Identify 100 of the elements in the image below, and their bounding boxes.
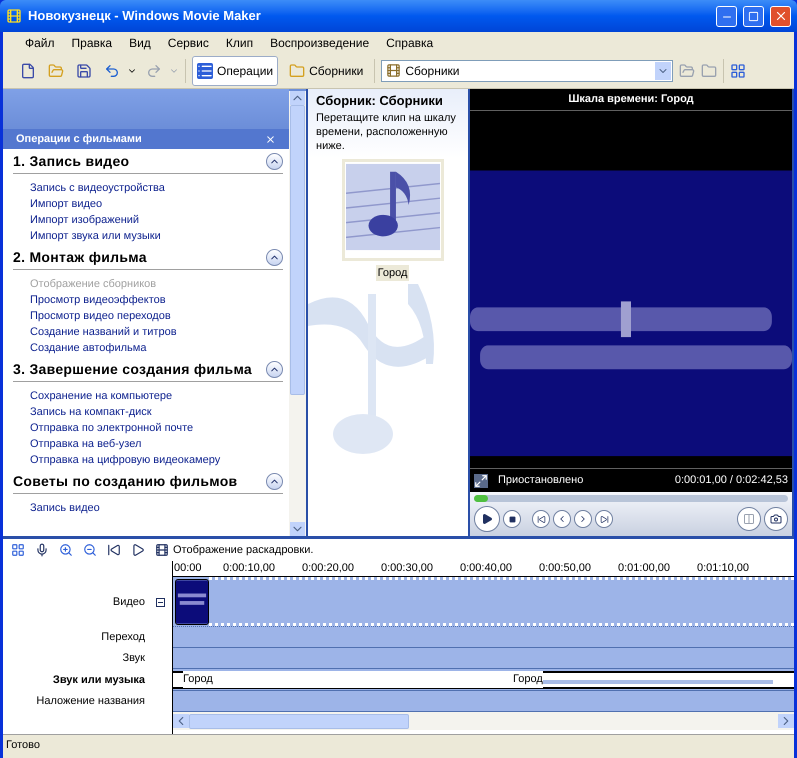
collapse-icon[interactable]: [156, 598, 165, 606]
camera-icon: [770, 513, 782, 525]
dropdown-button[interactable]: [655, 62, 672, 80]
storyboard-toggle[interactable]: Отображение раскадровки.: [155, 542, 314, 558]
next-button[interactable]: [595, 510, 613, 528]
ruler-tick-label: 0:00:10,00: [223, 561, 276, 576]
menu-item[interactable]: Файл: [17, 34, 63, 52]
task-link[interactable]: Запись с видеоустройства: [30, 180, 283, 196]
task-link[interactable]: Запись на компакт-диск: [30, 404, 283, 420]
section-title: 1. Запись видео: [13, 152, 130, 171]
list-icon: [197, 62, 213, 78]
undo-icon: [104, 62, 120, 78]
scroll-up-icon[interactable]: [290, 91, 305, 105]
play-button[interactable]: [474, 506, 500, 532]
open-folder-icon: [48, 62, 64, 78]
collapse-button[interactable]: [266, 249, 283, 266]
task-link[interactable]: Импорт изображений: [30, 212, 283, 228]
clip-label[interactable]: Город: [376, 264, 410, 281]
split-icon: [743, 513, 755, 525]
fullscreen-icon[interactable]: [474, 474, 488, 488]
task-link[interactable]: Сохранение на компьютере: [30, 388, 283, 404]
scroll-thumb[interactable]: [290, 105, 305, 395]
task-link[interactable]: Импорт звука или музыки: [30, 228, 283, 244]
collection-hint: Перетащите клип на шкалу времени, расположенную ниже.: [316, 110, 457, 152]
menu-item[interactable]: Сервис: [160, 34, 217, 52]
ruler-tick-label: 00:00: [173, 561, 203, 576]
previous-button[interactable]: [532, 510, 550, 528]
scroll-thumb[interactable]: [189, 714, 409, 728]
ruler-tick-label: 0:01:00,00: [618, 561, 671, 576]
window-title: Новокузнецк - Windows Movie Maker: [28, 7, 262, 26]
next-icon: [600, 514, 608, 524]
collections-toggle[interactable]: Сборники: [284, 56, 368, 86]
scroll-down-icon[interactable]: [290, 522, 305, 536]
track-label: Звук: [122, 651, 145, 666]
play-icon[interactable]: [131, 543, 145, 557]
ruler-tick-label: 0:00:20,00: [302, 561, 355, 576]
snapshot-button[interactable]: [764, 507, 788, 531]
frame-back-button[interactable]: [553, 510, 571, 528]
film-icon: [386, 63, 402, 78]
track-label: Наложение названия: [36, 694, 145, 710]
section-title: 3. Завершение создания фильма: [13, 360, 252, 379]
menu-item[interactable]: Вид: [121, 34, 159, 52]
ruler-tick-label: 0:00:40,00: [460, 561, 513, 576]
collection-title: Сборник: Сборники: [316, 92, 444, 110]
split-button[interactable]: [737, 507, 761, 531]
track-label: Звук или музыка: [52, 672, 145, 688]
audio-clip-label: Город: [183, 671, 513, 688]
frame-forward-button[interactable]: [574, 510, 592, 528]
playback-time: 0:00:01,00 / 0:02:42,53: [674, 473, 788, 488]
task-link[interactable]: Создание названий и титров: [30, 324, 283, 340]
collapse-button[interactable]: [266, 361, 283, 378]
music-note-icon: [346, 162, 440, 250]
status-text: Готово: [6, 738, 40, 754]
rewind-icon[interactable]: [107, 543, 121, 557]
task-link[interactable]: Отправка на цифровую видеокамеру: [30, 452, 283, 468]
audio-clip[interactable]: Город Город: [173, 670, 794, 688]
redo-icon: [146, 62, 162, 78]
stop-button[interactable]: [503, 510, 521, 528]
task-link[interactable]: Создание автофильма: [30, 340, 283, 356]
film-icon: [155, 543, 169, 557]
zoom-out-icon[interactable]: [83, 543, 97, 557]
task-link[interactable]: Отправка на веб-узел: [30, 436, 283, 452]
maximize-icon: [748, 10, 759, 22]
menu-item[interactable]: Воспроизведение: [262, 34, 378, 52]
close-icon[interactable]: [265, 134, 276, 144]
track-label: Переход: [101, 630, 145, 646]
zoom-in-icon[interactable]: [59, 543, 73, 557]
task-link[interactable]: Просмотр видеоэффектов: [30, 292, 283, 308]
task-link[interactable]: Импорт видео: [30, 196, 283, 212]
task-link[interactable]: Отправка по электронной почте: [30, 420, 283, 436]
menu-item[interactable]: Клип: [218, 34, 262, 52]
collection-dropdown[interactable]: Сборники: [381, 60, 674, 82]
ruler-tick-label: 0:01:10,00: [697, 561, 750, 576]
folder-icon: [289, 62, 306, 78]
tasks-toggle[interactable]: Операции: [192, 56, 278, 86]
collapse-button[interactable]: [266, 473, 283, 490]
new-file-icon: [20, 62, 36, 78]
task-link[interactable]: Просмотр видео переходов: [30, 308, 283, 324]
video-clip[interactable]: [175, 578, 209, 624]
clip-thumbnail[interactable]: [342, 158, 444, 260]
scrollbar[interactable]: [289, 91, 306, 536]
menu-item[interactable]: Справка: [378, 34, 442, 52]
maximize-button[interactable]: [743, 6, 764, 26]
minimize-button[interactable]: [716, 6, 737, 26]
collapse-button[interactable]: [266, 153, 283, 170]
stop-icon: [508, 516, 516, 522]
ruler-tick-label: 0:00:30,00: [381, 561, 434, 576]
task-link[interactable]: Запись видео: [30, 500, 283, 516]
menu-item[interactable]: Правка: [64, 34, 120, 52]
ruler-tick-label: 0:00:50,00: [539, 561, 592, 576]
close-button[interactable]: [770, 6, 791, 26]
microphone-icon[interactable]: [35, 543, 49, 557]
horizontal-scrollbar[interactable]: [173, 712, 794, 730]
views-icon[interactable]: [730, 62, 746, 78]
scroll-right-icon[interactable]: [778, 714, 794, 728]
track-label: Видео: [112, 594, 145, 610]
save-icon: [76, 62, 92, 78]
storyboard-icon[interactable]: [11, 543, 25, 557]
scroll-left-icon[interactable]: [173, 714, 189, 728]
previous-icon: [536, 514, 546, 524]
